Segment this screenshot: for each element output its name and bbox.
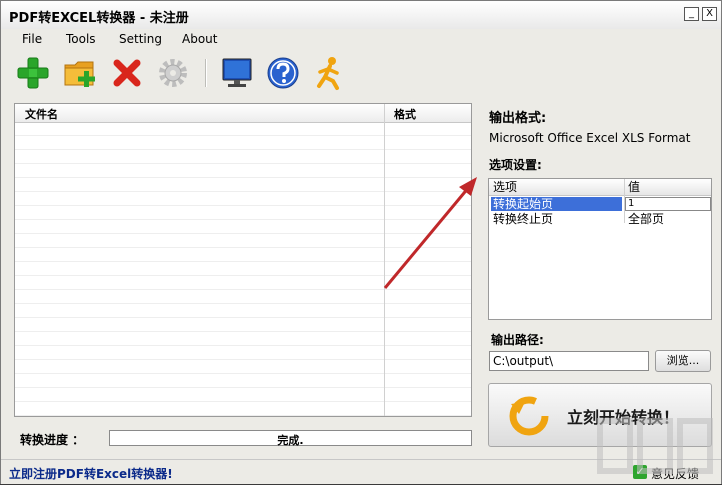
option-start-page-value[interactable]: 1 <box>625 197 711 211</box>
screen-button[interactable] <box>219 55 255 91</box>
gear-icon <box>159 59 187 87</box>
output-format-title: 输出格式: <box>489 111 547 126</box>
menu-setting[interactable]: Setting <box>119 32 162 46</box>
output-path-title: 输出路径: <box>491 333 544 347</box>
menu-bar: File Tools Setting About <box>1 29 721 51</box>
file-list-header: 文件名 格式 <box>15 104 471 123</box>
window-title: PDF转EXCEL转换器 - 未注册 <box>9 11 189 26</box>
help-icon <box>267 57 299 89</box>
title-bar: PDF转EXCEL转换器 - 未注册 _ X <box>1 1 721 30</box>
minimize-button[interactable]: _ <box>684 7 699 21</box>
exit-button[interactable] <box>311 55 347 91</box>
add-file-button[interactable] <box>15 55 51 91</box>
options-col-option[interactable]: 选项 <box>493 180 517 194</box>
column-header-filename[interactable]: 文件名 <box>25 106 58 122</box>
runner-icon <box>317 57 339 90</box>
column-divider <box>384 104 385 416</box>
menu-about[interactable]: About <box>182 32 217 46</box>
options-title: 选项设置: <box>489 158 542 172</box>
toolbar <box>1 53 721 93</box>
options-grid-header: 选项 值 <box>489 179 711 196</box>
remove-button[interactable] <box>109 55 145 91</box>
settings-button[interactable] <box>155 55 191 91</box>
option-start-page[interactable]: 转换起始页 <box>491 197 622 211</box>
close-button[interactable]: X <box>702 7 717 21</box>
toolbar-separator <box>205 59 207 87</box>
monitor-icon <box>222 58 252 87</box>
column-header-format[interactable]: 格式 <box>394 106 416 122</box>
file-list[interactable]: 文件名 格式 <box>14 103 472 417</box>
output-format-value: Microsoft Office Excel XLS Format <box>489 131 691 145</box>
watermark-logo <box>597 418 713 474</box>
output-path-input[interactable]: C:\output\ <box>489 351 649 371</box>
add-folder-button[interactable] <box>63 55 99 91</box>
register-link[interactable]: 立即注册PDF转Excel转换器! <box>9 465 173 482</box>
red-x-icon <box>113 59 141 87</box>
option-end-page-value[interactable]: 全部页 <box>628 212 664 226</box>
progress-label: 转换进度 ： <box>20 433 85 447</box>
options-grid[interactable]: 选项 值 转换起始页 1 转换终止页 全部页 <box>488 178 712 320</box>
option-end-page[interactable]: 转换终止页 <box>493 212 553 226</box>
menu-file[interactable]: File <box>22 32 42 46</box>
menu-tools[interactable]: Tools <box>66 32 96 46</box>
options-col-value[interactable]: 值 <box>628 180 640 194</box>
progress-bar: 完成. <box>109 430 472 447</box>
green-plus-icon <box>17 57 49 89</box>
refresh-icon <box>509 396 549 436</box>
add-folder-icon <box>64 61 95 87</box>
help-button[interactable] <box>265 55 301 91</box>
browse-button[interactable]: 浏览... <box>655 350 711 372</box>
progress-status: 完成. <box>277 434 304 447</box>
app-window: PDF转EXCEL转换器 - 未注册 _ X File Tools Settin… <box>0 0 722 484</box>
